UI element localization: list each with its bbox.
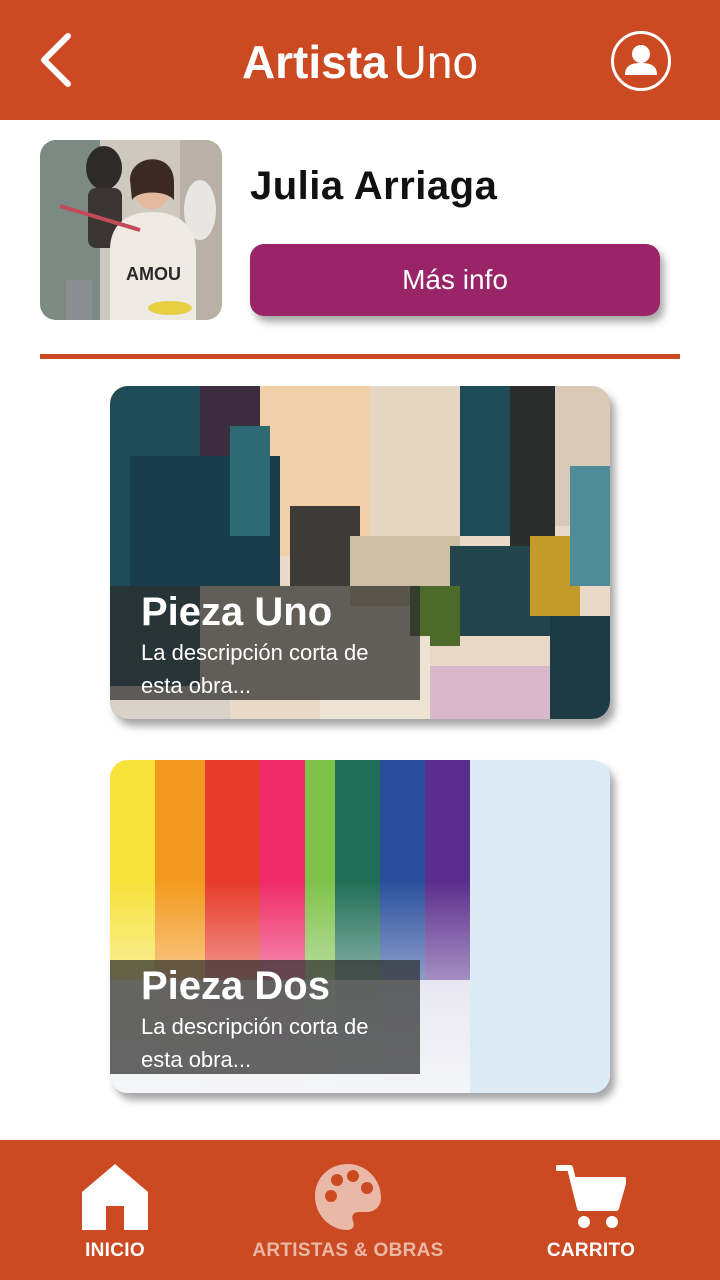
page-title-bold: Artista <box>241 36 388 88</box>
user-circle-icon <box>611 31 671 91</box>
artwork-description: La descripción corta de esta obra... <box>141 1014 369 1072</box>
cart-icon <box>556 1165 626 1228</box>
artist-portrait-image: AMOU <box>40 140 222 320</box>
home-icon <box>82 1164 148 1230</box>
artist-photo: AMOU <box>40 140 222 320</box>
shirt-print: AMOU <box>126 264 181 284</box>
artwork-card[interactable]: Pieza Dos La descripción corta de esta o… <box>110 760 610 1093</box>
nav-label-cart: CARRITO <box>546 1240 636 1261</box>
nav-item-cart[interactable]: CARRITO <box>531 1140 651 1280</box>
nav-label-home: INICIO <box>85 1240 145 1261</box>
nav-item-home[interactable]: INICIO <box>65 1140 165 1280</box>
page-title-light: Uno <box>393 36 479 88</box>
artwork-title: Pieza Uno <box>141 590 333 634</box>
artwork-title: Pieza Dos <box>141 964 330 1008</box>
artist-name: Julia Arriaga <box>250 164 498 208</box>
profile-button[interactable] <box>610 30 672 92</box>
section-divider <box>40 354 680 359</box>
nav-label-artists: ARTISTAS & OBRAS <box>252 1240 444 1261</box>
top-bar: Artista Uno <box>0 0 720 120</box>
bottom-navigation: INICIO ARTISTAS & OBRAS CARRITO <box>0 1140 720 1280</box>
more-info-button[interactable]: Más info <box>250 244 660 316</box>
palette-icon <box>315 1164 381 1230</box>
nav-item-artists[interactable]: ARTISTAS & OBRAS <box>238 1140 458 1280</box>
artwork-description: La descripción corta de esta obra... <box>141 640 369 698</box>
artwork-card[interactable]: Pieza Uno La descripción corta de esta o… <box>110 386 610 719</box>
artwork-caption: Pieza Dos La descripción corta de esta o… <box>110 960 420 1074</box>
artist-screen: Artista Uno AMOU Julia Arriaga Más info … <box>0 0 720 1280</box>
artwork-caption: Pieza Uno La descripción corta de esta o… <box>110 586 420 700</box>
